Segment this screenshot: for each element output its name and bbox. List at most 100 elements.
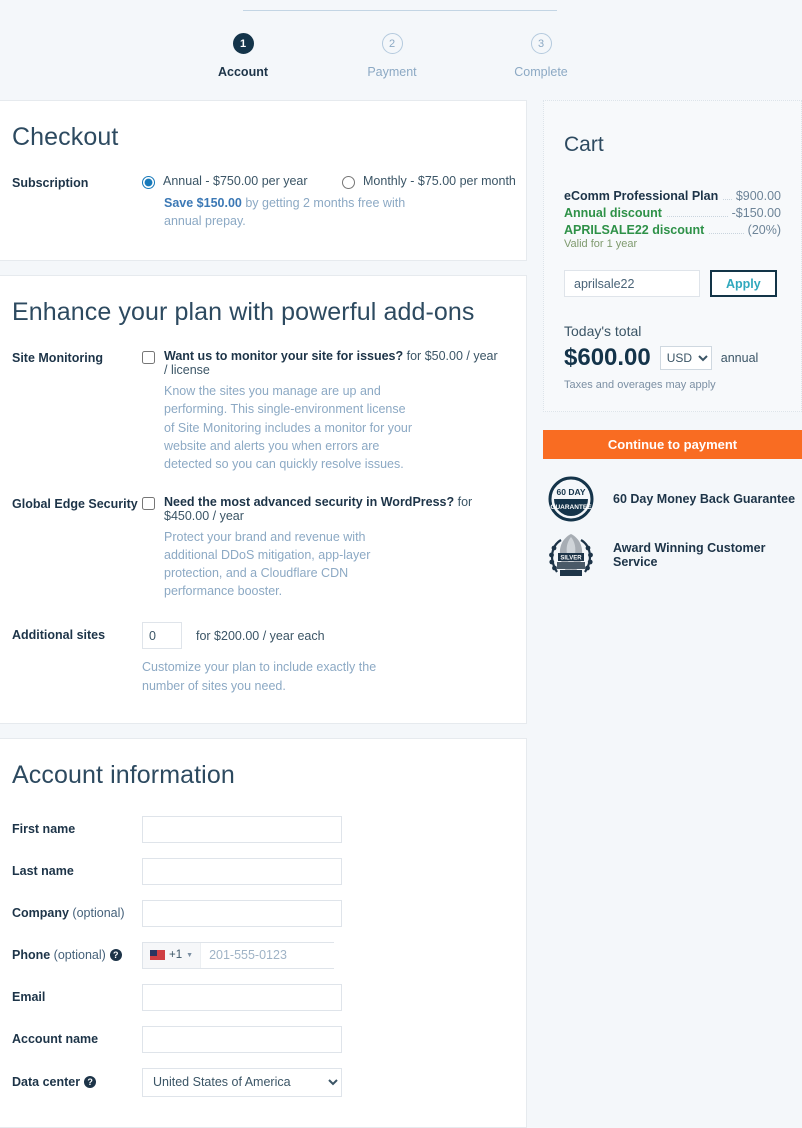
subscription-annual-label: Annual - $750.00 per year [163,174,308,188]
phone-input[interactable] [201,942,379,968]
stepper-step-payment[interactable]: 2 Payment [367,33,417,79]
additional-sites-note: Customize your plan to include exactly t… [142,660,377,693]
taxes-note: Taxes and overages may apply [564,379,716,391]
step-label-account: Account [218,65,268,79]
badge-label: 60 Day Money Back Guarantee [613,492,796,506]
continue-to-payment-button[interactable]: Continue to payment [543,430,802,459]
additional-sites-price: for $200.00 / year each [196,628,325,643]
checkout-title: Checkout [12,123,119,151]
account-info-title: Account information [12,760,235,789]
us-flag-icon [150,950,165,961]
savings-amount: Save $150.00 [164,196,242,210]
phone-row: Phone (optional)? +1 ▼ [12,941,500,969]
edge-security-checkbox[interactable] [142,496,155,510]
subscription-monthly-label: Monthly - $75.00 per month [363,174,516,188]
cart-card: Cart eComm Professional Plan $900.00 Ann… [543,100,802,412]
last-name-row: Last name [12,857,500,885]
last-name-input[interactable] [142,857,342,885]
account-name-input[interactable] [142,1025,342,1053]
account-name-label: Account name [12,1032,99,1047]
country-code-selector[interactable]: +1 ▼ [143,942,202,968]
step-number-3: 3 [530,33,552,54]
stepper-step-complete[interactable]: 3 Complete [514,33,568,79]
first-name-input[interactable] [142,815,342,843]
step-label-payment: Payment [367,65,417,79]
account-info-card: Account information First name Last name… [0,737,527,1128]
total-row: $600.00 USD annual [564,344,781,372]
checkout-stepper: 1 Account 2 Payment 3 Complete [0,0,802,100]
stepper-track [243,10,557,11]
cart-line-item: Annual discount -$150.00 [564,206,781,220]
money-back-guarantee-badge-icon: 60 DAY GUARANTEE [543,473,599,525]
stepper-step-account[interactable]: 1 Account [218,33,268,79]
total-amount: $600.00 [564,344,651,371]
phone-label: Phone (optional)? [12,948,142,962]
subscription-label: Subscription [12,176,89,190]
edge-security-row: Global Edge Security Need the most advan… [12,495,500,601]
leader-dots [723,199,732,200]
addons-title: Enhance your plan with powerful add-ons [12,298,475,327]
additional-sites-label: Additional sites [12,628,106,643]
data-center-row: Data center? United States of America [12,1067,500,1097]
subscription-monthly-option[interactable]: Monthly - $75.00 per month [342,174,542,189]
cart-item-amount: -$150.00 [731,206,781,220]
edge-security-option[interactable]: Need the most advanced security in WordP… [142,495,500,523]
leader-dots [709,233,744,234]
svg-text:60 DAY: 60 DAY [557,487,586,497]
email-row: Email [12,983,500,1011]
badge-row: SILVER Award Winning Customer Service [543,527,802,583]
subscription-monthly-radio[interactable] [342,176,355,189]
total-label: Today's total [564,323,642,339]
last-name-label: Last name [12,864,74,879]
step-number-1: 1 [232,33,254,54]
checkout-card: Checkout Subscription Annual - $750.00 p… [0,100,527,262]
coupon-input[interactable] [564,270,700,297]
site-monitoring-note: Know the sites you manage are up and per… [164,384,413,471]
cart-item-label: APRILSALE22 discount [564,223,705,237]
subscription-annual-option[interactable]: Annual - $750.00 per year [142,174,342,189]
apply-coupon-button[interactable]: Apply [710,270,777,297]
subscription-annual-radio[interactable] [142,176,155,189]
addons-card: Enhance your plan with powerful add-ons … [0,275,527,724]
coupon-form: Apply [564,270,781,297]
additional-sites-input[interactable] [142,622,182,650]
cart-item-label: eComm Professional Plan [564,189,719,203]
coupon-validity-note: Valid for 1 year [564,238,638,250]
edge-security-note: Protect your brand and revenue with addi… [164,529,371,599]
cart-line-item: APRILSALE22 discount (20%) [564,223,781,237]
annual-savings-note: Save $150.00 by getting 2 months free wi… [164,194,419,230]
billing-period: annual [720,351,759,365]
edge-security-label: Global Edge Security [12,496,138,511]
company-label: Company (optional) [12,906,125,921]
site-monitoring-question: Want us to monitor your site for issues? [164,349,404,364]
trust-badges: 60 DAY GUARANTEE 60 Day Money Back Guara… [543,471,802,583]
badge-row: 60 DAY GUARANTEE 60 Day Money Back Guara… [543,471,802,527]
first-name-label: First name [12,822,76,837]
badge-label: Award Winning Customer Service [613,541,766,569]
company-input[interactable] [142,899,342,927]
country-dial-code: +1 [169,949,183,962]
leader-dots [666,216,728,217]
site-monitoring-row: Site Monitoring Want us to monitor your … [12,349,500,473]
checkout-main-column: Checkout Subscription Annual - $750.00 p… [0,100,527,1128]
cart-item-amount: (20%) [747,223,781,237]
first-name-row: First name [12,815,500,843]
email-label: Email [12,990,46,1005]
currency-select[interactable]: USD [659,346,712,370]
data-center-select[interactable]: United States of America [142,1067,342,1097]
cart-item-amount: $900.00 [735,189,781,203]
site-monitoring-checkbox[interactable] [142,351,155,365]
additional-sites-row: Additional sites for $200.00 / year each… [12,622,500,694]
account-name-row: Account name [12,1025,500,1053]
subscription-row: Subscription Annual - $750.00 per year M… [12,174,516,230]
cart-title: Cart [564,133,604,156]
svg-text:SILVER: SILVER [560,556,582,562]
phone-help-icon[interactable]: ? [109,949,122,962]
email-input[interactable] [142,983,342,1011]
site-monitoring-label: Site Monitoring [12,351,103,366]
data-center-help-icon[interactable]: ? [84,1076,97,1089]
site-monitoring-option[interactable]: Want us to monitor your site for issues?… [142,349,500,377]
step-label-complete: Complete [514,65,568,79]
cart-line-item: eComm Professional Plan $900.00 [564,189,781,203]
step-number-2: 2 [381,33,403,54]
